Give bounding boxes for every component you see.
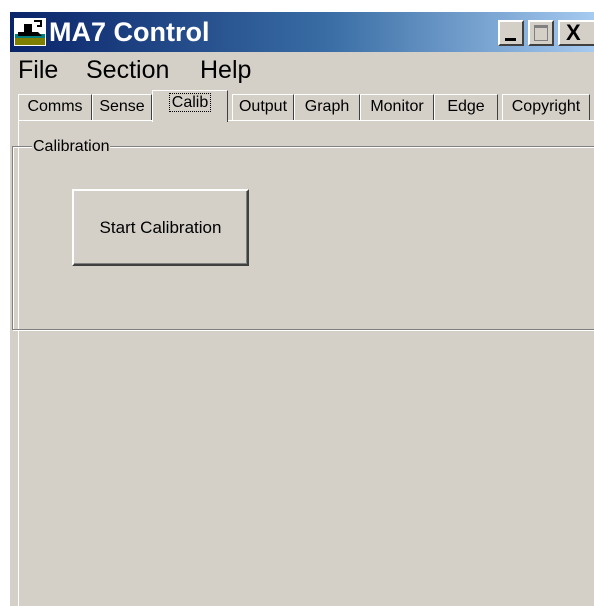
tab-comms[interactable]: Comms (18, 94, 92, 120)
tab-label: Monitor (370, 98, 424, 115)
app-window: MA7 Control X File Section Help Comms Se… (10, 12, 594, 606)
maximize-button[interactable] (528, 20, 554, 46)
menu-help[interactable]: Help (200, 54, 251, 86)
tab-monitor[interactable]: Monitor (360, 94, 434, 120)
tab-calib[interactable]: Calib (152, 90, 228, 122)
tab-graph[interactable]: Graph (294, 94, 360, 120)
tab-copyright[interactable]: Copyright (502, 94, 590, 120)
start-calibration-button[interactable]: Start Calibration (72, 189, 249, 266)
menu-section[interactable]: Section (86, 54, 169, 86)
tab-label: Copyright (511, 98, 581, 115)
tab-edge[interactable]: Edge (434, 94, 498, 120)
tab-strip: Comms Sense Calib Output Graph Monitor E… (18, 90, 594, 122)
tab-label: Sense (99, 98, 145, 115)
calibration-group-label: Calibration (32, 138, 111, 156)
tab-label: Edge (447, 98, 485, 115)
tab-label: Graph (304, 98, 350, 115)
tab-output[interactable]: Output (232, 94, 294, 120)
minimize-button[interactable] (498, 20, 524, 46)
menu-bar: File Section Help (10, 54, 594, 88)
tab-sense[interactable]: Sense (92, 94, 152, 120)
close-icon: X (566, 20, 581, 45)
tab-label: Calib (168, 93, 212, 112)
app-icon[interactable] (14, 18, 46, 46)
close-button[interactable]: X (558, 20, 594, 46)
title-bar[interactable]: MA7 Control X (10, 12, 594, 52)
tab-label: Output (238, 98, 288, 115)
window-title: MA7 Control (49, 17, 210, 47)
menu-file[interactable]: File (18, 54, 58, 86)
tab-label: Comms (27, 98, 83, 115)
